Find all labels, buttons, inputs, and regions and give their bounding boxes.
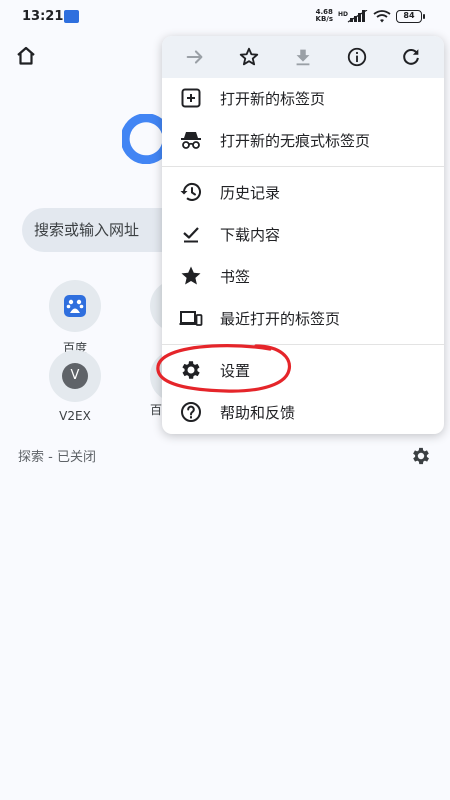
- battery-indicator: 84: [396, 9, 425, 23]
- menu-item-downloads[interactable]: 下载内容: [162, 214, 444, 254]
- mobile-signal-icon: HD: [338, 9, 368, 23]
- download-page-button[interactable]: [287, 41, 319, 73]
- menu-item-label: 书签: [220, 267, 251, 286]
- refresh-icon: [403, 49, 419, 65]
- status-bar: 13:21 4.68 KB/s HD 84: [0, 0, 450, 34]
- discover-status: 探索 - 已关闭: [18, 450, 96, 465]
- menu-item-label: 最近打开的标签页: [220, 309, 341, 328]
- page-info-button[interactable]: [341, 41, 373, 73]
- home-icon[interactable]: [14, 44, 38, 68]
- info-icon: [347, 47, 367, 67]
- forward-button[interactable]: [179, 41, 211, 73]
- menu-toolbar: [162, 36, 444, 78]
- shortcut-label: V2EX: [59, 409, 91, 423]
- refresh-button[interactable]: [395, 41, 427, 73]
- menu-item-settings[interactable]: 设置: [162, 350, 444, 390]
- star-outline-icon: [239, 47, 259, 66]
- incognito-icon: [181, 132, 201, 149]
- notification-app-icon: [64, 10, 79, 23]
- menu-item-bookmarks[interactable]: 书签: [162, 256, 444, 296]
- menu-item-label: 历史记录: [220, 183, 281, 202]
- overflow-menu: 打开新的标签页 打开新的无痕式标签页 历史记录 下载内容 书签 最近打开的标签页…: [162, 36, 444, 434]
- wifi-icon: [373, 9, 391, 22]
- bookmark-button[interactable]: [233, 41, 265, 73]
- menu-item-label: 设置: [220, 361, 251, 380]
- menu-item-label: 打开新的无痕式标签页: [220, 131, 371, 150]
- history-icon: [180, 183, 201, 201]
- shortcut-tile-v2ex[interactable]: V V2EX: [45, 350, 105, 423]
- menu-item-label: 帮助和反馈: [220, 403, 296, 422]
- menu-item-history[interactable]: 历史记录: [162, 172, 444, 212]
- status-indicators: 4.68 KB/s HD 84: [316, 9, 425, 23]
- svg-text:HD: HD: [338, 11, 348, 18]
- star-icon: [181, 266, 201, 285]
- help-icon: [181, 402, 201, 422]
- add-box-icon: [181, 88, 201, 108]
- download-icon: [296, 49, 310, 66]
- shortcut-tile-baidu[interactable]: 百度: [45, 280, 105, 356]
- menu-item-new-incognito-tab[interactable]: 打开新的无痕式标签页: [162, 120, 444, 160]
- network-speed: 4.68 KB/s: [316, 9, 333, 23]
- network-speed-unit: KB/s: [315, 15, 333, 23]
- menu-divider: [162, 344, 444, 345]
- download-done-icon: [183, 227, 199, 243]
- menu-item-new-tab[interactable]: 打开新的标签页: [162, 78, 444, 118]
- settings-icon: [182, 361, 200, 379]
- menu-item-help-feedback[interactable]: 帮助和反馈: [162, 392, 444, 432]
- baidu-icon: [64, 295, 86, 317]
- menu-divider: [162, 166, 444, 167]
- discover-settings-gear-icon[interactable]: [410, 445, 432, 467]
- shortcut-label-partial: 百: [150, 403, 163, 417]
- menu-item-label: 下载内容: [220, 225, 281, 244]
- menu-item-label: 打开新的标签页: [220, 89, 326, 108]
- devices-icon: [179, 311, 203, 326]
- shortcut-icon-circle: V: [49, 350, 101, 402]
- status-time: 13:21: [22, 9, 64, 24]
- forward-icon: [186, 50, 203, 64]
- shortcut-icon-circle: [49, 280, 101, 332]
- v2ex-badge: V: [62, 363, 88, 389]
- menu-item-recent-tabs[interactable]: 最近打开的标签页: [162, 298, 444, 338]
